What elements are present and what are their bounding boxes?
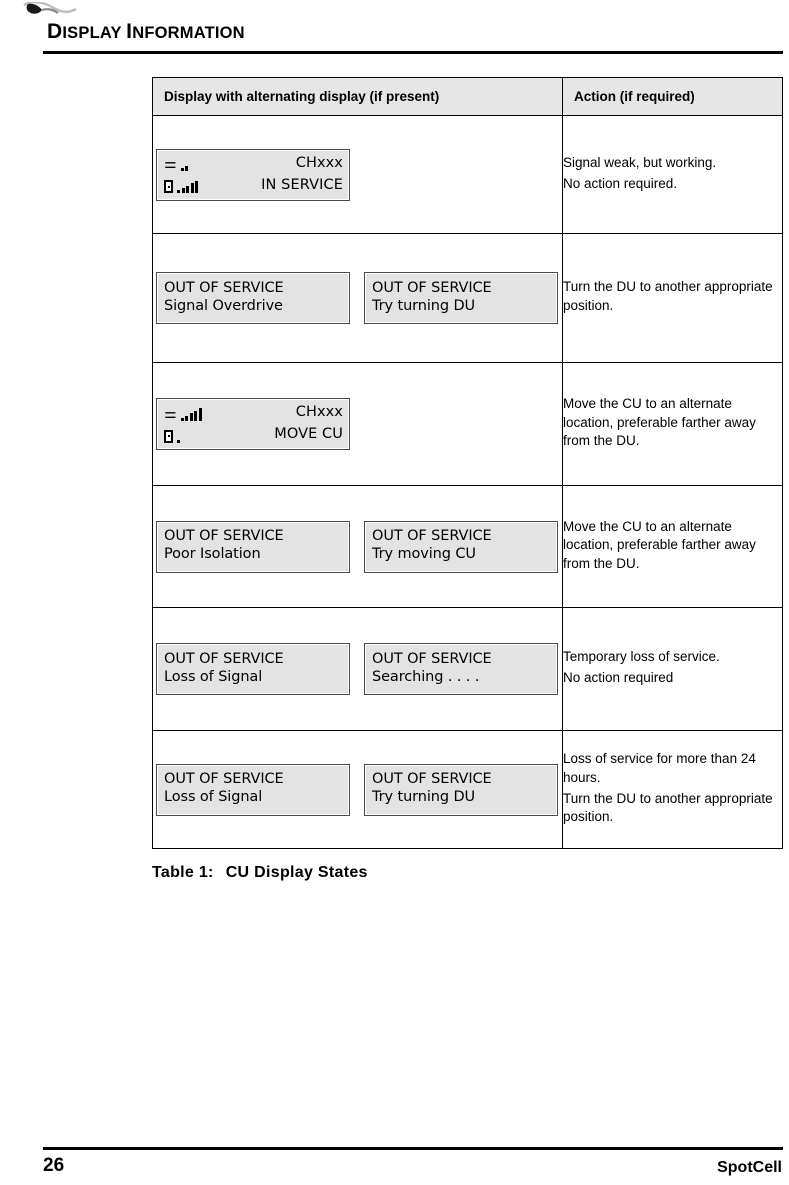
action-line: Move the CU to an alternate location, pr… <box>563 396 756 449</box>
lcd-line-1: OUT OF SERVICE <box>164 650 284 667</box>
page-title-text-small-caps-2: NFORMATION <box>132 24 245 42</box>
page-title-text: D <box>47 20 63 43</box>
table-caption-text: CU Display States <box>225 864 368 881</box>
lcd-panel-alternate-try-turning-du-2: OUT OF SERVICE Try turning DU <box>364 763 558 816</box>
antenna-bars <box>180 158 190 171</box>
action-cell: Temporary loss of service. No action req… <box>562 607 783 731</box>
page-number: 26 <box>43 1155 65 1176</box>
antenna-icon: ⚌ <box>164 405 177 422</box>
lcd-line-1: OUT OF SERVICE <box>164 771 284 788</box>
lcd-channel-label: CHxxx <box>295 404 343 421</box>
lcd-line-2: Searching . . . . <box>372 668 480 685</box>
display-cell: OUT OF SERVICE Signal Overdrive OUT OF S… <box>152 233 563 363</box>
page-title-text-small-caps-1: ISPLAY <box>62 24 127 42</box>
lcd-panel-poor-isolation: OUT OF SERVICE Poor Isolation <box>156 520 350 573</box>
footer-divider <box>43 1147 783 1150</box>
lcd-line-1: OUT OF SERVICE <box>372 528 492 545</box>
table-row: ⚌ CHxxx <box>152 115 783 234</box>
table-row: OUT OF SERVICE Poor Isolation OUT OF SER… <box>152 485 783 608</box>
lcd-channel-label: CHxxx <box>295 154 343 171</box>
table-header-row: Display with alternating display (if pre… <box>152 77 783 116</box>
page-title: DISPLAY INFORMATION <box>47 20 245 44</box>
handset-icon <box>164 429 173 443</box>
display-cell: ⚌ CHxxx <box>152 115 563 234</box>
lcd-line-1: OUT OF SERVICE <box>372 771 492 788</box>
lcd-line-2: Try turning DU <box>372 297 476 314</box>
lcd-line-1: OUT OF SERVICE <box>164 279 284 296</box>
action-line: Signal weak, but working. <box>563 154 717 170</box>
lcd-line-1: OUT OF SERVICE <box>372 279 492 296</box>
table-row: ⚌ CHxxx <box>152 362 783 486</box>
lcd-line-1: OUT OF SERVICE <box>164 528 284 545</box>
display-cell: ⚌ CHxxx <box>152 362 563 486</box>
lcd-line-2: Try turning DU <box>372 789 476 805</box>
action-cell: Move the CU to an alternate location, pr… <box>562 362 783 486</box>
display-cell: OUT OF SERVICE Poor Isolation OUT OF SER… <box>152 485 563 608</box>
lcd-panel-signal-overdrive: OUT OF SERVICE Signal Overdrive <box>156 272 350 324</box>
table-row: OUT OF SERVICE Loss of Signal OUT OF SER… <box>152 607 783 731</box>
cu-display-states-table: Display with alternating display (if pre… <box>152 77 783 849</box>
table-row: OUT OF SERVICE Signal Overdrive OUT OF S… <box>152 233 783 363</box>
table-row: OUT OF SERVICE Loss of Signal OUT OF SER… <box>152 730 783 849</box>
lcd-status-label: IN SERVICE <box>261 176 343 193</box>
lcd-line-1: OUT OF SERVICE <box>372 650 492 667</box>
action-line: Move the CU to an alternate location, pr… <box>563 518 756 571</box>
lcd-line-2: Signal Overdrive <box>164 297 283 314</box>
action-cell: Loss of service for more than 24 hours. … <box>562 730 783 849</box>
lcd-panel-loss-of-signal: OUT OF SERVICE Loss of Signal <box>156 643 350 695</box>
action-cell: Signal weak, but working. No action requ… <box>562 115 783 234</box>
table-caption-label: Table 1: <box>152 864 214 881</box>
header-divider <box>43 51 783 54</box>
antenna-bars <box>180 408 204 421</box>
antenna-icon: ⚌ <box>164 156 177 172</box>
phone-bars <box>177 430 182 443</box>
display-cell: OUT OF SERVICE Loss of Signal OUT OF SER… <box>152 607 563 731</box>
column-header-action: Action (if required) <box>562 77 783 116</box>
action-line: No action required <box>563 670 674 685</box>
action-line: Turn the DU to another appropriate posit… <box>563 279 773 313</box>
antenna-signal-icon: ⚌ <box>164 156 190 171</box>
lcd-line-2: Try moving CU <box>372 546 476 562</box>
phone-bars <box>177 180 200 193</box>
lcd-panel-alternate-searching: OUT OF SERVICE Searching . . . . <box>364 643 558 695</box>
lcd-panel-alternate-try-moving-cu: OUT OF SERVICE Try moving CU <box>364 520 558 573</box>
action-line: Temporary loss of service. <box>563 649 720 665</box>
lcd-line-2: Loss of Signal <box>164 668 263 685</box>
table-caption: Table 1: CU Display States <box>152 864 368 882</box>
column-header-display: Display with alternating display (if pre… <box>152 77 563 116</box>
action-line: Turn the DU to another appropriate posit… <box>563 790 773 825</box>
lcd-panel-alternate-try-turning-du: OUT OF SERVICE Try turning DU <box>364 272 558 324</box>
lcd-panel-loss-of-signal-extended: OUT OF SERVICE Loss of Signal <box>156 763 350 816</box>
phone-signal-icon <box>164 178 200 193</box>
lcd-panel-in-service: ⚌ CHxxx IN SERVICE <box>156 148 350 201</box>
display-cell: OUT OF SERVICE Loss of Signal OUT OF SER… <box>152 730 563 849</box>
antenna-signal-icon: ⚌ <box>164 406 203 421</box>
phone-signal-icon <box>164 428 182 443</box>
lcd-line-2: Poor Isolation <box>164 546 261 562</box>
footer-brand: SpotCell <box>717 1159 782 1176</box>
lcd-line-2: Loss of Signal <box>164 789 263 805</box>
lcd-status-label: MOVE CU <box>274 426 343 443</box>
lcd-panel-move-cu: ⚌ CHxxx MOVE CU <box>156 398 350 450</box>
action-cell: Turn the DU to another appropriate posit… <box>562 233 783 363</box>
action-line: No action required. <box>563 175 678 191</box>
action-cell: Move the CU to an alternate location, pr… <box>562 485 783 608</box>
action-line: Loss of service for more than 24 hours. <box>563 751 756 785</box>
handset-icon <box>164 180 173 193</box>
